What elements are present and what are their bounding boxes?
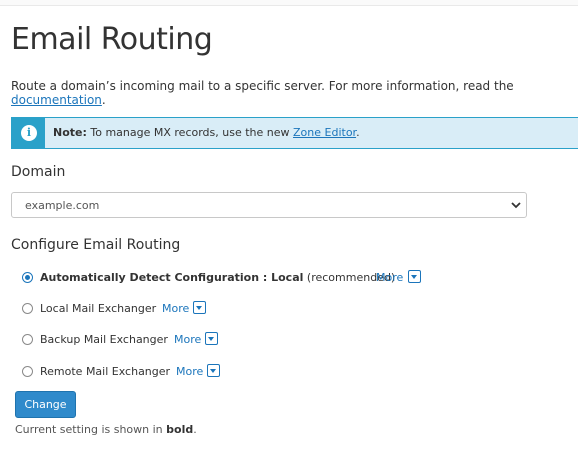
more-link[interactable]: More	[376, 271, 403, 284]
note-period: .	[356, 126, 360, 139]
more-link[interactable]: More	[174, 333, 201, 346]
intro-description: Route a domain’s incoming mail to a spec…	[11, 79, 514, 93]
change-button[interactable]: Change	[15, 391, 76, 418]
option-remote-mx: Remote Mail Exchanger More	[22, 363, 232, 381]
zone-editor-link[interactable]: Zone Editor	[293, 126, 356, 139]
option-auto-detect: Automatically Detect Configuration : Loc…	[22, 269, 432, 287]
radio-backup-mx[interactable]	[22, 334, 33, 345]
page-title: Email Routing	[11, 22, 213, 57]
footnote-text: Current setting is shown in	[15, 423, 167, 436]
chevron-down-icon	[511, 202, 521, 209]
option-backup-mx: Backup Mail Exchanger More	[22, 331, 232, 349]
current-setting-note: Current setting is shown in bold.	[15, 423, 197, 436]
option-label-bold: Automatically Detect Configuration : Loc…	[40, 271, 304, 284]
option-label: Remote Mail Exchanger	[40, 365, 171, 378]
routing-heading: Configure Email Routing	[11, 237, 181, 253]
info-note: i Note: To manage MX records, use the ne…	[11, 117, 578, 149]
option-label: Backup Mail Exchanger	[40, 333, 168, 346]
caret-down-icon[interactable]	[193, 301, 206, 314]
more-link[interactable]: More	[162, 302, 189, 315]
note-message: To manage MX records, use the new	[86, 126, 294, 139]
more-link[interactable]: More	[176, 365, 203, 378]
note-bold-label: Note:	[53, 126, 87, 139]
documentation-link[interactable]: documentation	[11, 93, 102, 107]
domain-select[interactable]: example.com	[11, 192, 527, 218]
caret-down-icon[interactable]	[207, 364, 220, 377]
option-label: Local Mail Exchanger	[40, 302, 157, 315]
intro-text: Route a domain’s incoming mail to a spec…	[11, 79, 578, 107]
note-text: Note: To manage MX records, use the new …	[53, 126, 360, 139]
radio-remote-mx[interactable]	[22, 366, 33, 377]
info-icon: i	[21, 125, 37, 141]
top-bar	[0, 0, 578, 6]
radio-auto-detect[interactable]	[22, 272, 33, 283]
caret-down-icon[interactable]	[205, 332, 218, 345]
footnote-period: .	[193, 423, 197, 436]
intro-period: .	[101, 93, 106, 107]
caret-down-icon[interactable]	[408, 270, 421, 283]
option-local-mx: Local Mail Exchanger More	[22, 300, 222, 318]
note-icon-box: i	[12, 118, 45, 148]
radio-local-mx[interactable]	[22, 303, 33, 314]
domain-label: Domain	[11, 164, 66, 180]
domain-selected-value: example.com	[25, 199, 100, 212]
footnote-bold: bold	[166, 423, 194, 436]
option-label: Automatically Detect Configuration : Loc…	[40, 271, 395, 284]
